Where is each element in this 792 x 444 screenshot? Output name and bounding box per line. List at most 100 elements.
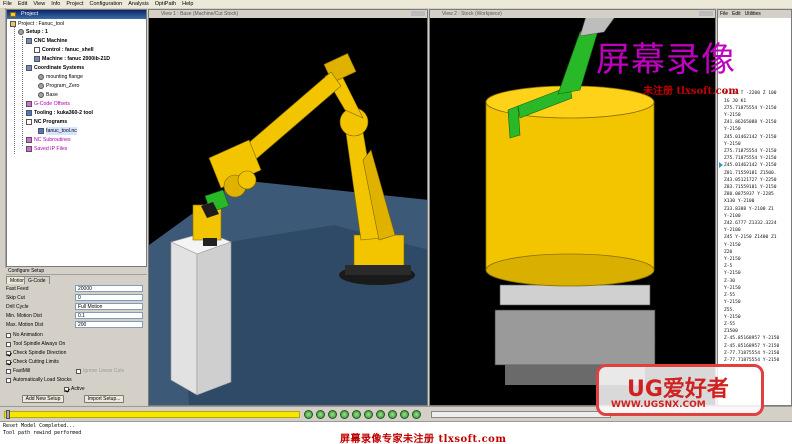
- view-1-machine[interactable]: View 1 : Base (Machine/Cut Stock): [148, 9, 428, 406]
- project-tree-panel: Project Project : Fanuc_tool Setup : 1 C…: [6, 9, 147, 267]
- program-icon: [26, 119, 32, 125]
- tree-item-project-root[interactable]: Project : Fanuc_tool: [10, 20, 64, 28]
- drill-cycle-label: Drill Cycle: [6, 304, 29, 310]
- check-spindle-direction-checkbox[interactable]: Check Spindle Direction: [6, 349, 66, 357]
- nc-file-icon: [38, 128, 44, 134]
- settings-icon[interactable]: [412, 410, 421, 419]
- tree-item-tooling[interactable]: Tooling : kuka360-2 tool: [26, 109, 93, 117]
- ip-file-icon: [26, 146, 32, 152]
- fastmill-checkbox[interactable]: FastMill: [6, 367, 30, 375]
- menu-configuration[interactable]: Configuration: [90, 0, 123, 8]
- skip-cut-input[interactable]: 0: [75, 294, 143, 301]
- control-icon: [34, 47, 40, 53]
- tree-item-saved-ip[interactable]: Saved IP Files: [26, 145, 67, 153]
- play-icon[interactable]: [352, 410, 361, 419]
- tree-item-gcode-offsets[interactable]: G-Code Offsets: [26, 100, 70, 108]
- status-line: Reset Model Completed...: [3, 423, 76, 429]
- max-motion-input[interactable]: 200: [75, 321, 143, 328]
- tree-item-coordinate-systems[interactable]: Coordinate Systems: [26, 64, 84, 72]
- tree-item-control[interactable]: Control : fanuc_shell: [34, 46, 94, 54]
- speed-slider[interactable]: [431, 411, 611, 418]
- configure-setup-panel: Configure Setup Motion G-Code Fast Feed …: [0, 268, 148, 408]
- menu-help[interactable]: Help: [182, 0, 193, 8]
- fast-forward-icon[interactable]: [376, 410, 385, 419]
- menu-edit[interactable]: Edit: [18, 0, 27, 8]
- project-icon: [10, 12, 16, 17]
- slider-handle[interactable]: [6, 410, 10, 419]
- robot-pedestal: [345, 265, 411, 275]
- auto-load-stocks-checkbox[interactable]: Automatically Load Stocks: [6, 376, 72, 384]
- stock-right-face: [196, 241, 232, 396]
- ug-logo-watermark: UG爱好者 WWW.UGSNX.COM: [596, 364, 764, 416]
- tree-item-coord-program-zero[interactable]: Program_Zero: [38, 82, 79, 90]
- offsets-icon: [26, 101, 32, 107]
- pause-icon[interactable]: [340, 410, 349, 419]
- tree-item-setup[interactable]: Setup : 1: [18, 28, 48, 36]
- unregistered-watermark: 未注册 tlxsoft.com: [643, 86, 739, 97]
- fixture-base: [494, 309, 656, 366]
- step-back-icon[interactable]: [316, 410, 325, 419]
- max-motion-label: Max. Motion Dist: [6, 322, 44, 328]
- spindle-always-on-checkbox[interactable]: Tool Spindle Always On: [6, 340, 65, 348]
- tree-item-coord-base[interactable]: Base: [38, 91, 58, 99]
- tree-item-nc-subroutines[interactable]: NC Subroutines: [26, 136, 71, 144]
- menu-optipath[interactable]: OptiPath: [155, 0, 176, 8]
- current-line-arrow-icon: [719, 162, 723, 168]
- tree-item-nc-programs[interactable]: NC Programs: [26, 118, 67, 126]
- menu-project[interactable]: Project: [66, 0, 83, 8]
- menu-view[interactable]: View: [33, 0, 45, 8]
- add-new-setup-button[interactable]: Add New Setup: [22, 395, 64, 403]
- ignore-linear-cuts-checkbox[interactable]: Ignore Linear Cuts: [76, 367, 124, 375]
- min-motion-input[interactable]: 0.1: [75, 312, 143, 319]
- view-2-title: View 2 : Stock (Workpiece): [430, 10, 715, 18]
- tree-item-machine[interactable]: Machine : fanuc 2000ib-21D: [34, 55, 110, 63]
- skip-cut-label: Skip Cut: [6, 295, 25, 301]
- robot-icon: [34, 56, 40, 62]
- menu-info[interactable]: Info: [51, 0, 60, 8]
- nc-code-lines[interactable]: X 120 T -2200 Z 100 IG J0 K1 Z75.71875554 …: [724, 76, 779, 379]
- menubar: File Edit View Info Project Configuratio…: [0, 0, 792, 8]
- menu-file[interactable]: File: [3, 0, 12, 8]
- loop-icon[interactable]: [388, 410, 397, 419]
- menu-analysis[interactable]: Analysis: [128, 0, 148, 8]
- axis-icon: [38, 83, 44, 89]
- step-forward-icon[interactable]: [364, 410, 373, 419]
- stock-left-face: [170, 241, 198, 396]
- project-panel-title: Project: [7, 10, 146, 19]
- axis-icon: [38, 74, 44, 80]
- tool-green: [557, 23, 601, 95]
- record-icon[interactable]: [400, 410, 409, 419]
- fast-feed-label: Fast Feed: [6, 286, 29, 292]
- robot-forearm: [244, 71, 342, 161]
- robot-scene: [149, 53, 427, 405]
- coordinate-icon: [26, 65, 32, 71]
- fast-feed-input[interactable]: 20000: [75, 285, 143, 292]
- rewind-icon[interactable]: [304, 410, 313, 419]
- axis-icon: [38, 92, 44, 98]
- min-motion-label: Min. Motion Dist: [6, 313, 42, 319]
- code-menu-edit[interactable]: Edit: [732, 10, 741, 18]
- simulation-progress-slider[interactable]: [4, 411, 300, 418]
- code-menu-utilities[interactable]: Utilities: [745, 10, 761, 18]
- recorder-watermark: 屏幕录像: [596, 40, 736, 80]
- code-menubar: File Edit Utilities: [718, 10, 791, 18]
- tab-gcode[interactable]: G-Code: [24, 276, 50, 284]
- machine-icon: [26, 38, 32, 44]
- stop-icon[interactable]: [328, 410, 337, 419]
- window-controls-icon[interactable]: [699, 11, 713, 16]
- code-menu-file[interactable]: File: [720, 10, 728, 18]
- tree-item-coord-mounting-flange[interactable]: mounting flange: [38, 73, 83, 81]
- workpiece-base: [203, 238, 217, 246]
- tree-item-cnc-machine[interactable]: CNC Machine: [26, 37, 67, 45]
- check-cutting-limits-checkbox[interactable]: Check Cutting Limits: [6, 358, 59, 366]
- view-1-title: View 1 : Base (Machine/Cut Stock): [149, 10, 427, 18]
- import-setup-button[interactable]: Import Setup...: [84, 395, 124, 403]
- subroutine-icon: [26, 137, 32, 143]
- tool-icon: [26, 110, 32, 116]
- configure-setup-title: Configure Setup: [6, 268, 147, 275]
- active-checkbox[interactable]: Active: [64, 385, 85, 393]
- drill-cycle-select[interactable]: Full Motion: [75, 303, 143, 310]
- no-animation-checkbox[interactable]: No Animation: [6, 331, 43, 339]
- window-controls-icon[interactable]: [411, 11, 425, 16]
- tree-item-nc-file[interactable]: fanuc_tool.nc: [38, 127, 77, 135]
